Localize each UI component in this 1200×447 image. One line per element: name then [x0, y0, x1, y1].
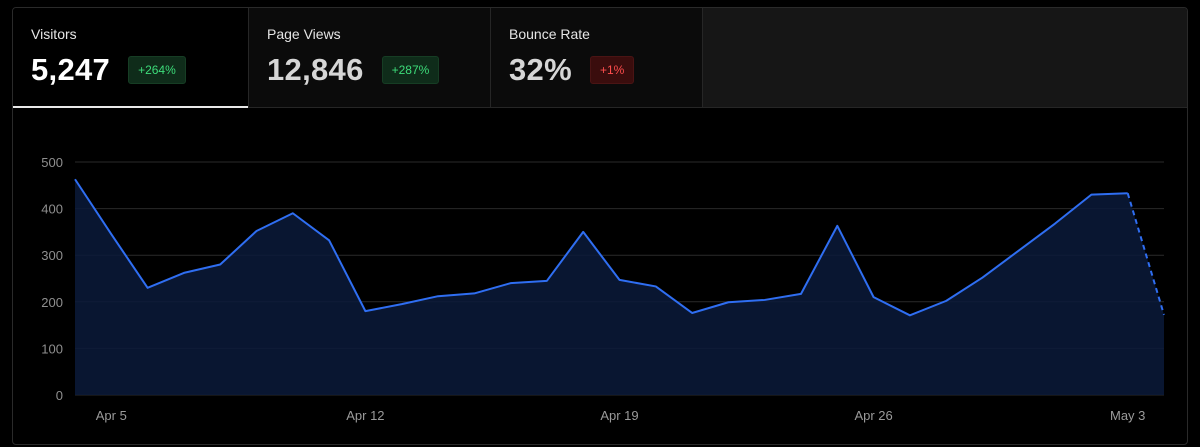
change-badge: +264% [128, 56, 186, 84]
tab-label: Page Views [267, 26, 341, 42]
y-tick-label: 400 [41, 202, 63, 217]
series-area [75, 179, 1164, 395]
analytics-panel: Visitors 5,247 +264% Page Views 12,846 +… [12, 7, 1188, 445]
visitors-chart: 0 100 200 300 400 500 Apr 5 Apr 12 Apr 19 Apr 26 M… [41, 155, 1165, 423]
tab-value-row: 32% +1% [509, 52, 635, 88]
tab-visitors[interactable]: Visitors 5,247 +264% [13, 8, 249, 108]
change-badge: +287% [381, 56, 440, 84]
x-tick-label: Apr 19 [600, 408, 638, 423]
tab-value: 5,247 [31, 52, 111, 87]
tab-label: Bounce Rate [509, 26, 590, 42]
metric-tabs: Visitors 5,247 +264% Page Views 12,846 +… [13, 8, 1187, 108]
tab-bounce-rate[interactable]: Bounce Rate 32% +1% [491, 8, 703, 107]
change-badge: +1% [589, 56, 635, 84]
x-tick-label: Apr 5 [96, 408, 127, 423]
x-tick-label: May 3 [1110, 408, 1145, 423]
tab-value: 12,846 [267, 52, 364, 87]
y-tick-label: 500 [41, 155, 63, 170]
y-tick-label: 200 [41, 295, 63, 310]
tab-value-row: 12,846 +287% [267, 52, 440, 88]
tabs-filler [703, 8, 1187, 107]
tab-page-views[interactable]: Page Views 12,846 +287% [249, 8, 491, 107]
y-tick-label: 100 [41, 341, 63, 356]
tab-value: 32% [509, 52, 572, 87]
y-tick-label: 0 [56, 388, 63, 403]
tab-value-row: 5,247 +264% [31, 52, 186, 88]
tab-label: Visitors [31, 26, 77, 42]
x-tick-label: Apr 26 [854, 408, 892, 423]
y-tick-label: 300 [41, 248, 63, 263]
x-tick-label: Apr 12 [346, 408, 384, 423]
